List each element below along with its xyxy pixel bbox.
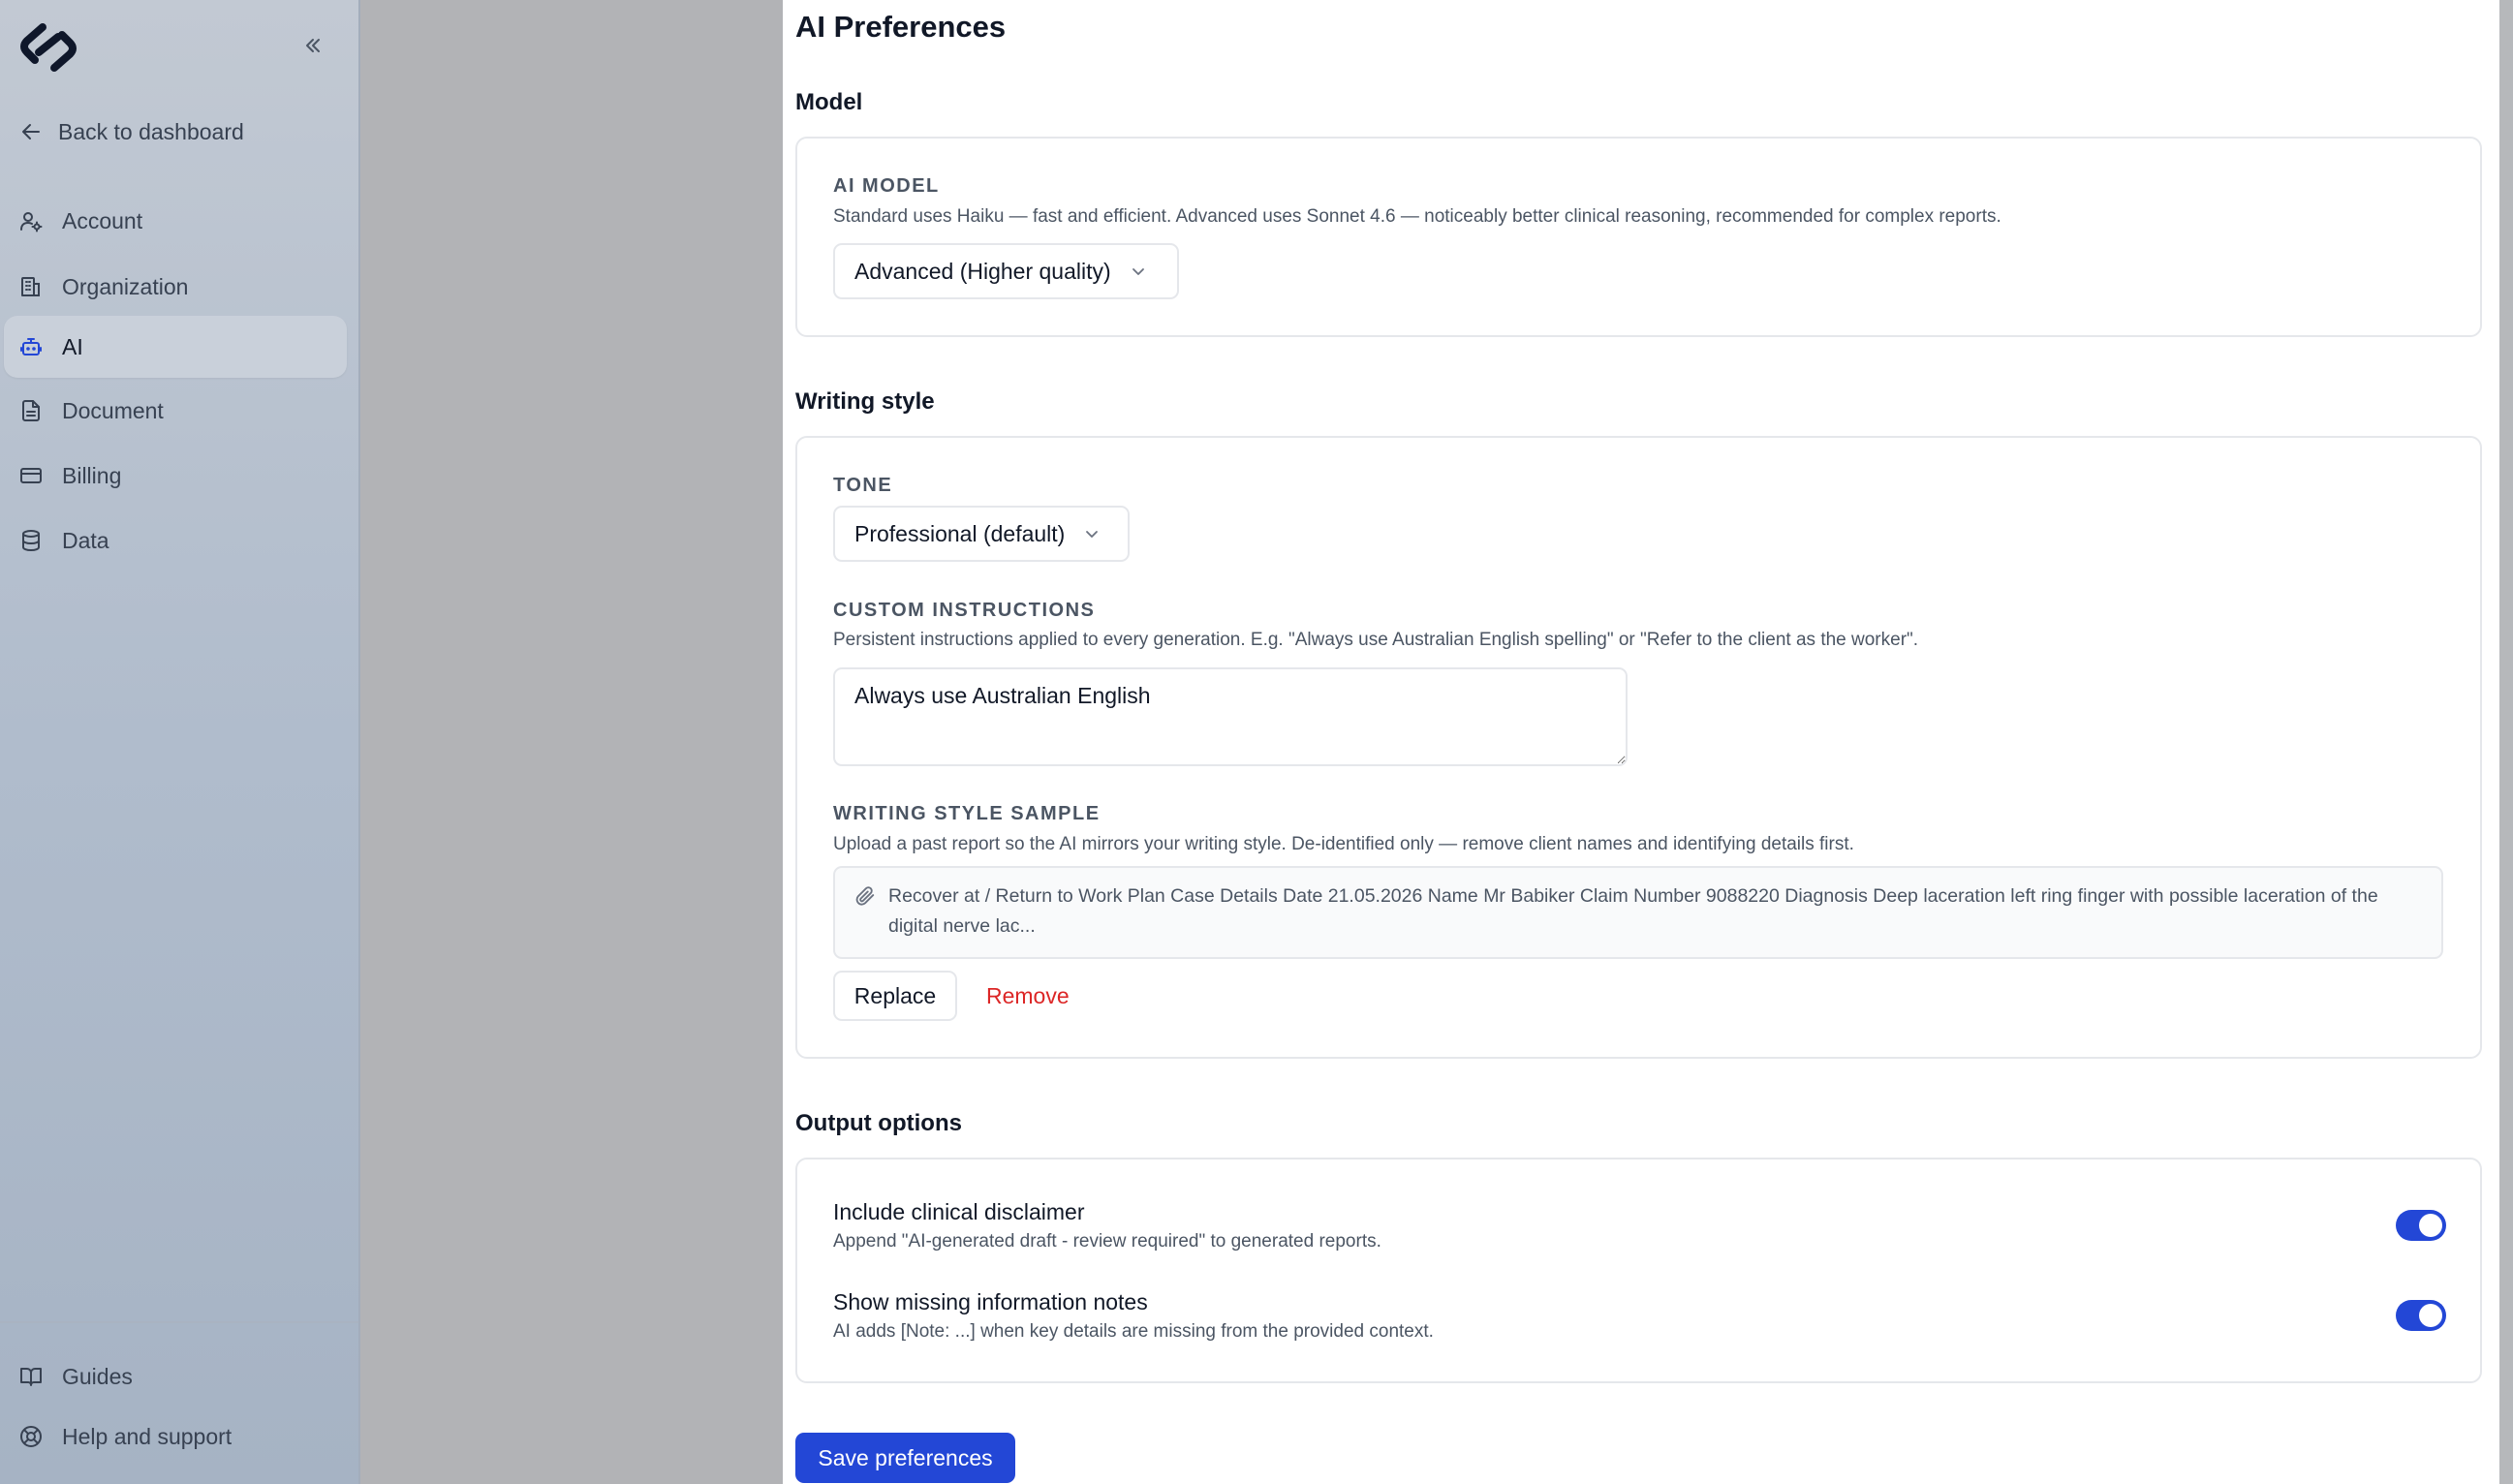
user-cog-icon [20, 212, 43, 232]
tone-select[interactable]: Professional (default) [833, 506, 1130, 562]
database-icon [22, 530, 40, 552]
tone-selected-value: Professional (default) [854, 520, 1066, 546]
clinical-disclaimer-title: Include clinical disclaimer [833, 1199, 1085, 1224]
missing-info-notes-description: AI adds [Note: ...] when key details are… [833, 1321, 1434, 1342]
missing-info-notes-title: Show missing information notes [833, 1289, 1148, 1314]
sidebar-item-help-and-support[interactable]: Help and support [4, 1406, 347, 1468]
sidebar-item-ai[interactable]: AI [4, 316, 347, 378]
missing-info-notes-toggle[interactable] [2396, 1300, 2446, 1331]
sidebar-item-billing[interactable]: Billing [4, 445, 347, 507]
ai-model-selected-value: Advanced (Higher quality) [854, 258, 1111, 284]
document-icon [22, 400, 40, 421]
writing-style-sample-preview: Recover at / Return to Work Plan Case De… [833, 866, 2443, 959]
bot-icon [20, 338, 42, 356]
book-icon [20, 1368, 42, 1386]
toggle-knob [2419, 1214, 2442, 1237]
sidebar-item-label: Billing [62, 462, 122, 488]
sidebar-item-account[interactable]: Account [4, 190, 347, 252]
app-logo[interactable] [14, 19, 83, 76]
toggle-knob [2419, 1304, 2442, 1327]
ai-model-label: AI MODEL [833, 175, 940, 197]
ai-model-select[interactable]: Advanced (Higher quality) [833, 243, 1179, 299]
paperclip-icon [855, 886, 875, 906]
sidebar-item-organization[interactable]: Organization [4, 256, 347, 318]
back-to-dashboard-link[interactable]: Back to dashboard [19, 112, 244, 151]
back-to-dashboard-label: Back to dashboard [58, 118, 244, 144]
writing-style-section-title: Writing style [795, 388, 935, 415]
sidebar-item-label: Document [62, 397, 164, 423]
sidebar-item-label: AI [62, 333, 83, 359]
custom-instructions-help: Persistent instructions applied to every… [833, 630, 1919, 650]
sidebar: Back to dashboard Account Organization A… [0, 0, 360, 1484]
writing-style-sample-help: Upload a past report so the AI mirrors y… [833, 834, 1854, 854]
output-options-card [795, 1158, 2482, 1383]
tone-label: TONE [833, 475, 893, 496]
remove-sample-button[interactable]: Remove [977, 971, 1079, 1021]
sidebar-item-label: Guides [62, 1363, 133, 1389]
custom-instructions-textarea[interactable]: Always use Australian English [833, 667, 1628, 766]
clinical-disclaimer-toggle[interactable] [2396, 1210, 2446, 1241]
model-section-title: Model [795, 89, 863, 115]
writing-style-sample-text: Recover at / Return to Work Plan Case De… [888, 885, 2378, 937]
save-preferences-button[interactable]: Save preferences [795, 1433, 1015, 1483]
collapse-sidebar-button[interactable] [296, 29, 329, 62]
page-title: AI Preferences [795, 10, 1007, 44]
credit-card-icon [20, 468, 42, 483]
output-options-section-title: Output options [795, 1110, 962, 1136]
lifebuoy-icon [20, 1426, 42, 1447]
sidebar-item-label: Organization [62, 273, 189, 299]
sidebar-item-guides[interactable]: Guides [4, 1345, 347, 1407]
model-card [795, 137, 2482, 337]
sidebar-item-label: Help and support [62, 1423, 233, 1449]
sidebar-item-document[interactable]: Document [4, 380, 347, 442]
chevron-down-icon [1132, 268, 1144, 275]
chevrons-left-icon [306, 39, 320, 52]
sidebar-item-label: Account [62, 207, 143, 233]
sidebar-divider [0, 1321, 358, 1323]
sidebar-item-label: Data [62, 527, 109, 553]
arrow-left-icon [22, 124, 40, 139]
building-icon [21, 277, 40, 296]
writing-style-sample-label: WRITING STYLE SAMPLE [833, 803, 1101, 824]
ai-model-help: Standard uses Haiku — fast and efficient… [833, 206, 2001, 227]
sidebar-item-data[interactable]: Data [4, 510, 347, 572]
panel-scrollbar[interactable] [2499, 0, 2513, 1484]
custom-instructions-label: CUSTOM INSTRUCTIONS [833, 600, 1096, 621]
modal-backdrop[interactable] [360, 0, 783, 1484]
replace-sample-button[interactable]: Replace [833, 971, 957, 1021]
chevron-down-icon [1086, 531, 1099, 538]
clinical-disclaimer-description: Append "AI-generated draft - review requ… [833, 1231, 1381, 1252]
